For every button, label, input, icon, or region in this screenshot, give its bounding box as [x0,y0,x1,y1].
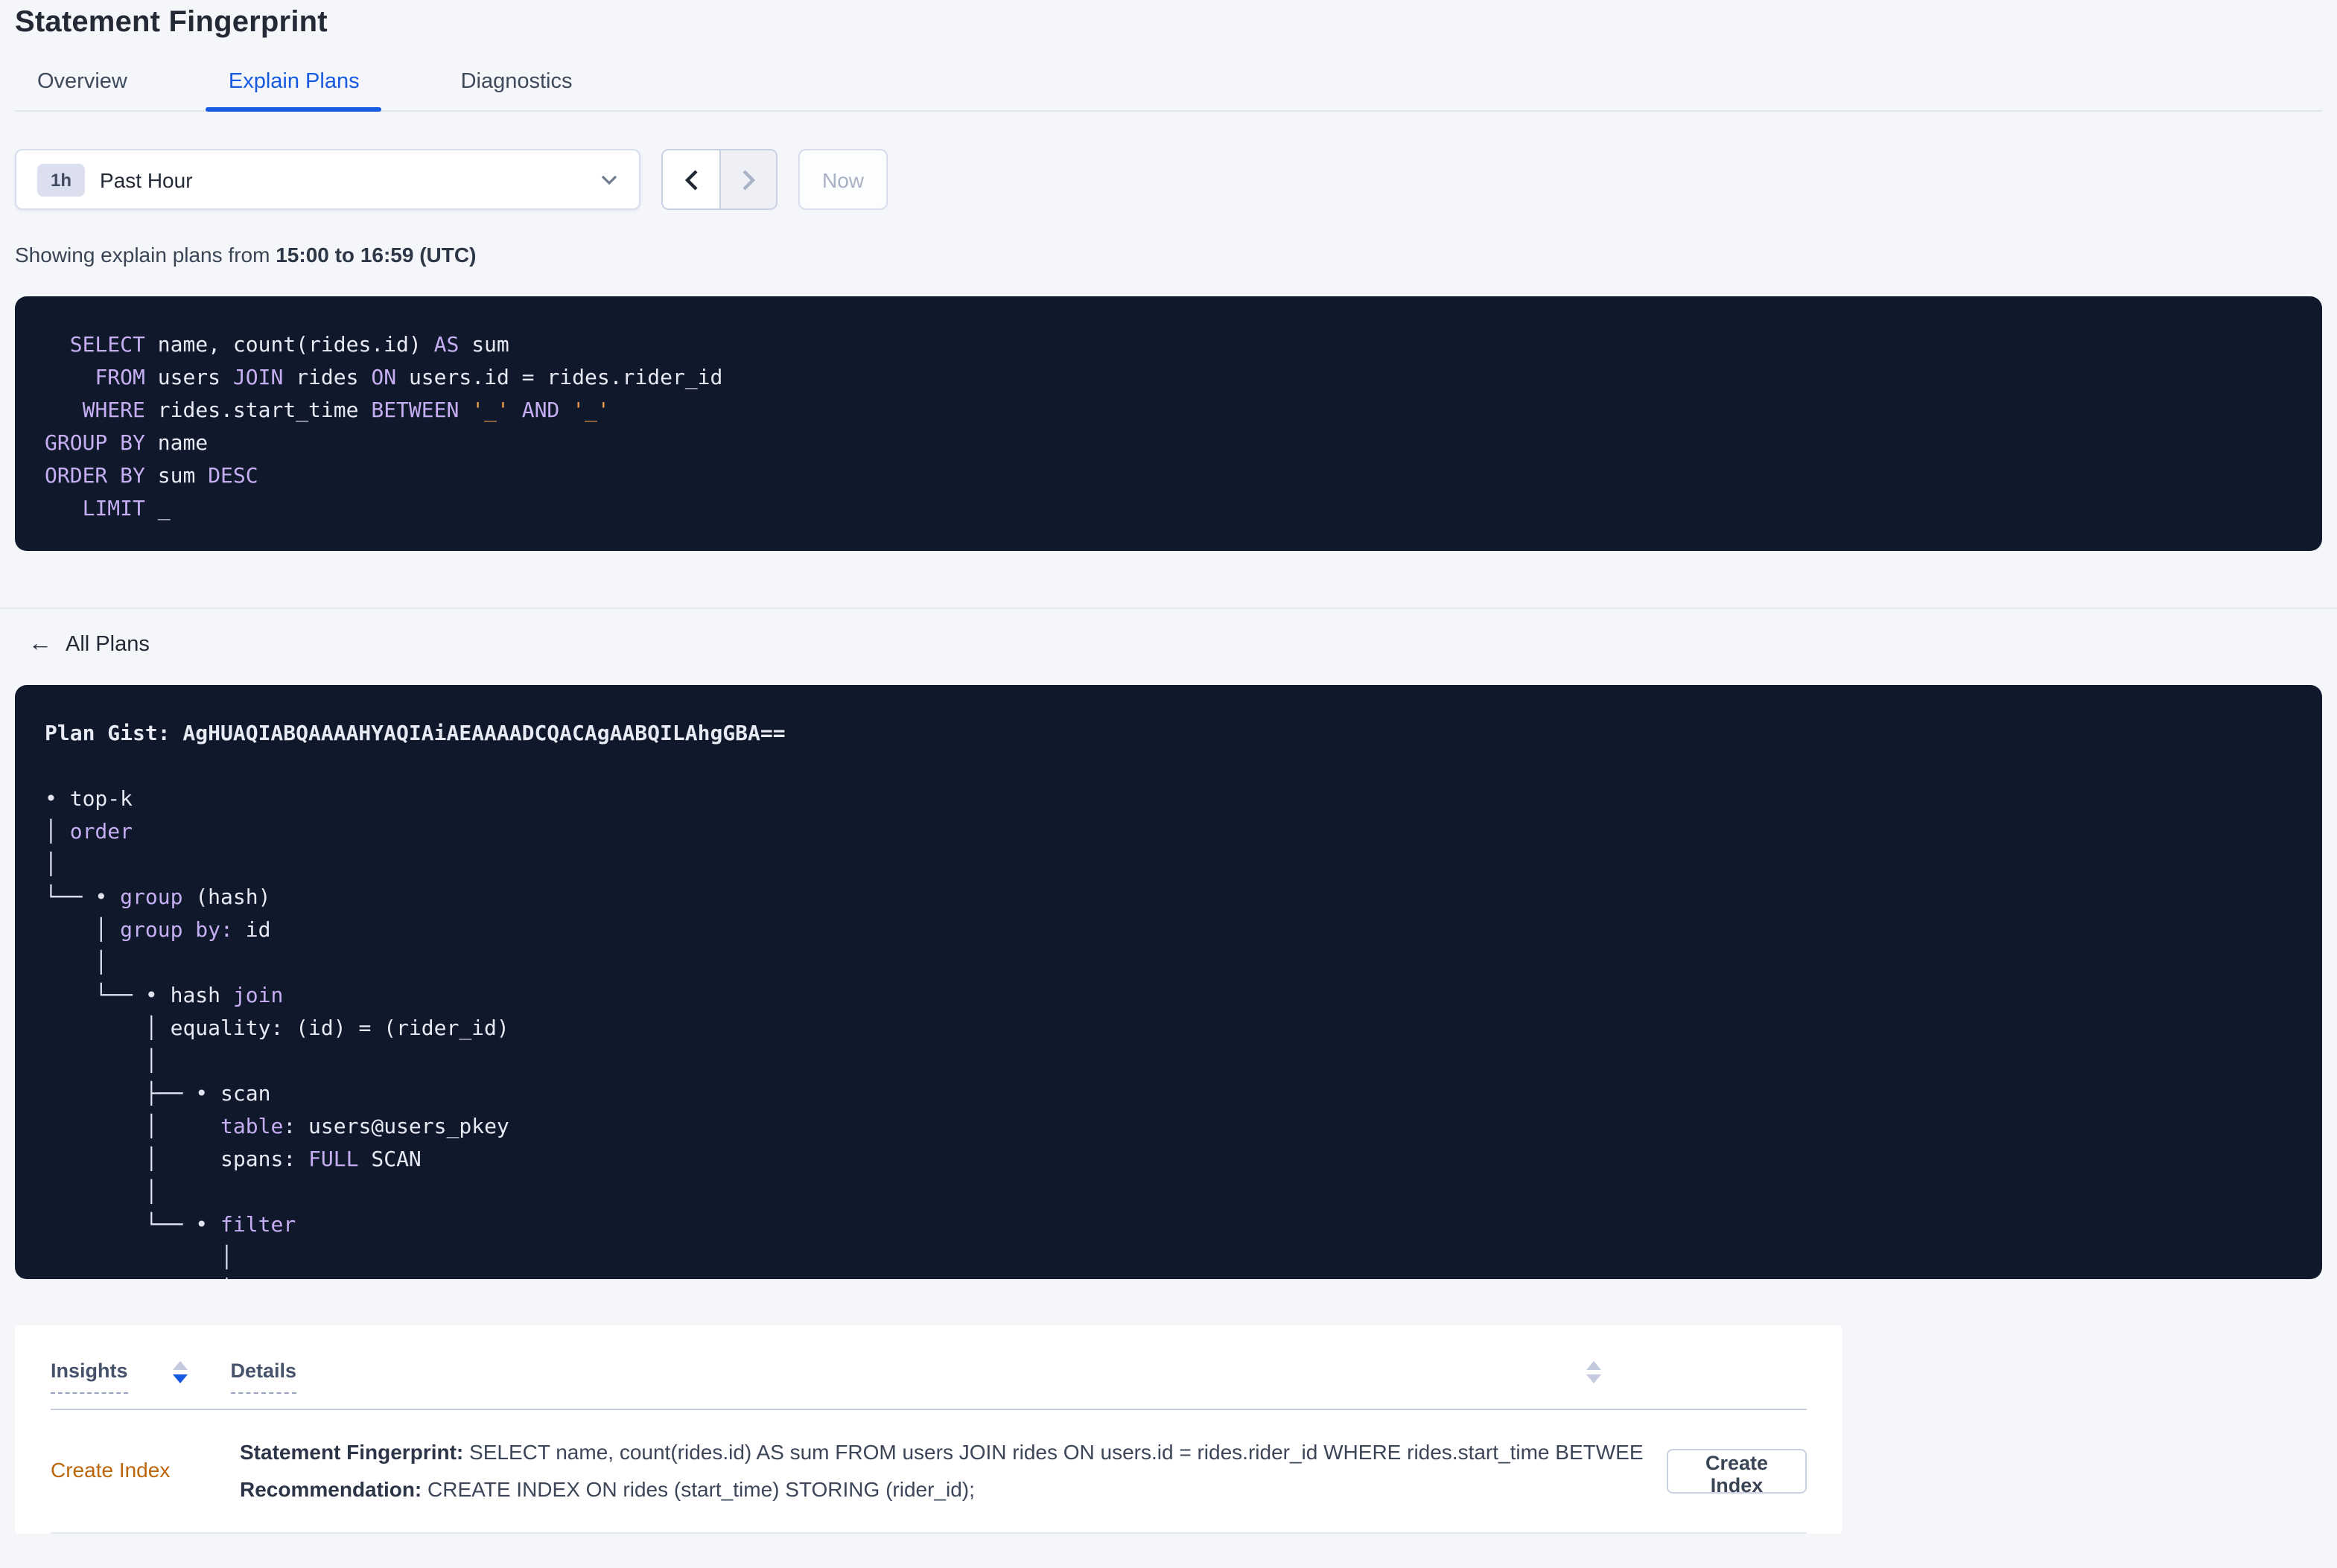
plan-tree-line: └── • hash join [45,984,284,1008]
next-range-button[interactable] [719,150,776,208]
plan-gist-box: Plan Gist: AgHUAQIABQAAAAHYAQIAiAEAAAADC… [15,685,2322,1279]
all-plans-label: All Plans [66,633,150,657]
plan-tree-line: │ table: users@users_pkey [45,1115,509,1139]
sort-up-arrow [172,1360,188,1369]
insight-type-link[interactable]: Create Index [51,1458,170,1482]
now-button[interactable]: Now [798,149,888,210]
plan-tree-line: ├── • scan [45,1083,271,1106]
plan-gist: Plan Gist: AgHUAQIABQAAAAHYAQIAiAEAAAADC… [45,722,786,746]
page-root: Statement Fingerprint Overview Explain P… [0,0,2337,1568]
plan-tree-line: └── • group (hash) [45,886,271,910]
tab-overview[interactable]: Overview [15,68,150,110]
sort-down-arrow [1586,1374,1601,1383]
sql-line: LIMIT _ [82,497,171,521]
plan-tree-line: │ [45,1050,158,1074]
sort-down-arrow [172,1374,188,1383]
tab-bar: Overview Explain Plans Diagnostics [15,64,2322,112]
statement-fingerprint-text: Statement Fingerprint: SELECT name, coun… [240,1434,1643,1471]
column-header-details[interactable]: Details [230,1359,297,1393]
column-header-insights[interactable]: Insights [51,1359,128,1393]
recommendation-value: CREATE INDEX ON rides (start_time) STORI… [422,1477,975,1501]
table-row: Create Index Statement Fingerprint: SELE… [15,1410,1842,1532]
time-pager [661,149,778,210]
sort-icon-actions[interactable] [1586,1360,1601,1383]
prev-range-button[interactable] [663,150,719,208]
statement-sql-box: SELECT name, count(rides.id) AS sum FROM… [15,296,2322,551]
details-cell: Statement Fingerprint: SELECT name, coun… [240,1434,1643,1508]
sort-icon-insights[interactable] [172,1360,188,1383]
page-title: Statement Fingerprint [15,6,328,39]
create-index-button[interactable]: Create Index [1667,1449,1807,1497]
all-plans-link[interactable]: ← All Plans [15,631,150,658]
plan-tree-line: │ [45,1181,158,1205]
chevron-down-icon [601,174,617,185]
fingerprint-value: SELECT name, count(rides.id) AS sum FROM… [463,1440,1643,1464]
section-divider [0,608,2337,609]
recommendation-text: Recommendation: CREATE INDEX ON rides (s… [240,1471,1643,1508]
plan-tree-line: │ order [45,820,133,844]
plan-tree-line: │ [45,952,108,975]
plan-tree-line: │ spans: FULL SCAN [45,1148,422,1172]
plan-tree-line: │ group by: id [45,919,271,943]
plan-tree-line: │ [45,853,57,877]
insights-table: Insights Details Create Index Statement … [15,1325,1842,1534]
time-range-badge: 1h [37,163,86,196]
plan-tree-line: • top-k [45,788,133,812]
plan-tree-line: │ equality: (id) = (rider_id) [45,1017,509,1041]
plan-tree-line: └── • filter [45,1214,296,1237]
showing-range: 15:00 to 16:59 (UTC) [276,243,477,267]
sort-up-arrow [1586,1360,1601,1369]
sql-line: FROM users JOIN rides ON users.id = ride… [95,366,723,390]
sql-line: SELECT name, count(rides.id) AS sum [69,334,509,357]
fingerprint-label: Statement Fingerprint: [240,1440,464,1464]
showing-range-text: Showing explain plans from 15:00 to 16:5… [15,243,2322,267]
sql-line: ORDER BY sum DESC [45,465,258,488]
tab-diagnostics[interactable]: Diagnostics [439,68,595,110]
sql-line: WHERE rides.start_time BETWEEN '_' AND '… [82,399,610,423]
chevron-left-icon [684,169,697,190]
time-range-select[interactable]: 1h Past Hour [15,149,640,210]
plan-tree-line: │ [45,1246,233,1270]
time-toolbar: 1h Past Hour Now [15,149,2322,210]
sql-line: GROUP BY name [45,432,209,456]
back-arrow-icon: ← [28,631,52,657]
insights-table-header: Insights Details [15,1325,1842,1409]
tab-explain-plans[interactable]: Explain Plans [206,68,382,112]
time-range-label: Past Hour [100,168,193,191]
recommendation-label: Recommendation: [240,1477,422,1501]
showing-prefix: Showing explain plans from [15,243,276,267]
row-divider [51,1532,1807,1534]
plan-tree-line: │ [45,1275,2292,1279]
chevron-right-icon [743,169,755,190]
insight-cell: Create Index [51,1458,240,1485]
